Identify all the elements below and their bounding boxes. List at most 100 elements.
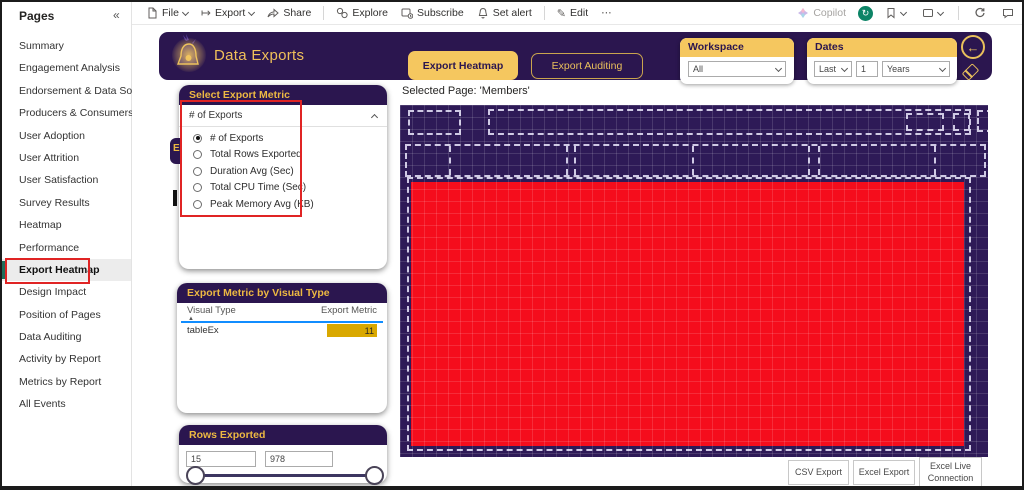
sidebar-item-endorsement-data-sources[interactable]: Endorsement & Data Sources (2, 80, 131, 102)
workspace-dropdown[interactable]: All (688, 61, 786, 77)
report-toolbar: File ↦ Export Share Explore Subscribe S (132, 2, 1024, 25)
toolbar-divider (544, 6, 545, 20)
set-alert-button[interactable]: Set alert (473, 7, 536, 19)
toolbar-divider (958, 6, 959, 20)
radio-icon (193, 183, 202, 192)
toolbar-right-group: Copilot ↻ (793, 6, 1024, 21)
sidebar-item-design-impact[interactable]: Design Impact (2, 281, 131, 303)
sidebar-item-producers-consumers[interactable]: Producers & Consumers (2, 102, 131, 124)
csv-export-button[interactable]: CSV Export (788, 460, 849, 485)
cell-export-metric-bar: 11 (327, 324, 377, 337)
share-label: Share (283, 7, 311, 19)
sidebar-title: Pages (19, 9, 54, 23)
sidebar-item-list: Summary Engagement Analysis Endorsement … (2, 35, 131, 416)
sidebar-item-data-auditing[interactable]: Data Auditing (2, 326, 131, 348)
metric-option-total-rows[interactable]: Total Rows Exported (179, 147, 387, 164)
logo-glow (172, 38, 206, 72)
rows-min-input[interactable]: 15 (186, 451, 256, 467)
copilot-label: Copilot (813, 7, 846, 19)
sidebar-item-survey-results[interactable]: Survey Results (2, 192, 131, 214)
wireframe-divider (692, 146, 694, 175)
range-slider-handle-min[interactable] (186, 466, 205, 485)
chevron-up-icon (371, 113, 378, 120)
report-title: Data Exports (214, 47, 304, 64)
range-slider-handle-max[interactable] (365, 466, 384, 485)
excel-export-button[interactable]: Excel Export (853, 460, 915, 485)
visual-type-table-card: Export Metric by Visual Type Visual Type… (177, 283, 387, 413)
metric-option-num-exports[interactable]: # of Exports (179, 130, 387, 147)
metric-option-duration-avg[interactable]: Duration Avg (Sec) (179, 163, 387, 180)
table-row[interactable]: tableEx 11 (177, 323, 387, 338)
tab-export-heatmap[interactable]: Export Heatmap (408, 51, 518, 80)
comments-button[interactable] (998, 7, 1018, 19)
radio-icon (193, 200, 202, 209)
bell-icon (477, 7, 489, 19)
chevron-down-icon (248, 8, 255, 15)
sidebar-item-user-satisfaction[interactable]: User Satisfaction (2, 169, 131, 191)
chevron-down-icon (841, 64, 848, 71)
report-canvas: Data Exports Export Heatmap Export Audit… (132, 25, 1024, 488)
sidebar-item-all-events[interactable]: All Events (2, 393, 131, 415)
bookmarks-button[interactable] (881, 7, 910, 19)
export-heatmap-visual[interactable] (400, 105, 988, 457)
share-button[interactable]: Share (263, 7, 315, 19)
radio-selected-icon (193, 134, 202, 143)
metric-option-label: Duration Avg (Sec) (210, 166, 294, 177)
metric-option-list: # of Exports Total Rows Exported Duratio… (179, 130, 387, 213)
workspace-value: All (693, 64, 703, 74)
dates-slicer-header: Dates (807, 38, 957, 57)
dates-unit-value: Years (887, 64, 910, 74)
collapse-sidebar-icon[interactable]: « (113, 8, 120, 22)
cell-visual-type: tableEx (187, 325, 219, 336)
view-button[interactable] (918, 7, 947, 19)
metric-option-cpu-time[interactable]: Total CPU Time (Sec) (179, 180, 387, 197)
file-label: File (162, 7, 179, 19)
rows-max-input[interactable]: 978 (265, 451, 333, 467)
wireframe-box (906, 113, 944, 131)
sidebar-item-activity-by-report[interactable]: Activity by Report (2, 348, 131, 370)
subscribe-button[interactable]: Subscribe (397, 7, 468, 19)
metric-dropdown-field[interactable]: # of Exports (179, 105, 387, 127)
subscribe-label: Subscribe (417, 7, 464, 19)
dates-number-input[interactable]: 1 (856, 61, 878, 77)
toolbar-divider (323, 6, 324, 20)
sidebar-item-user-attrition[interactable]: User Attrition (2, 147, 131, 169)
sidebar-item-engagement-analysis[interactable]: Engagement Analysis (2, 57, 131, 79)
sidebar-item-position-of-pages[interactable]: Position of Pages (2, 304, 131, 326)
visual-type-table-header: Export Metric by Visual Type (177, 283, 387, 303)
more-options-button[interactable]: ⋯ (597, 7, 616, 19)
sidebar-item-metrics-by-report[interactable]: Metrics by Report (2, 371, 131, 393)
sidebar-item-user-adoption[interactable]: User Adoption (2, 125, 131, 147)
pencil-icon: ✎ (557, 7, 566, 20)
set-alert-label: Set alert (493, 7, 532, 19)
tab-export-auditing[interactable]: Export Auditing (531, 53, 643, 79)
dates-mode-dropdown[interactable]: Last (814, 61, 852, 77)
export-menu-button[interactable]: ↦ Export (197, 6, 258, 20)
refresh-button[interactable] (970, 7, 990, 19)
back-arrow-icon: ← (967, 40, 980, 55)
toolbar-left-group: File ↦ Export Share Explore Subscribe S (132, 6, 616, 20)
select-export-metric-header: Select Export Metric (179, 85, 387, 105)
sidebar-item-summary[interactable]: Summary (2, 35, 131, 57)
explore-button[interactable]: Explore (332, 7, 392, 19)
excel-live-connection-button[interactable]: Excel Live Connection (919, 457, 982, 488)
copilot-button[interactable]: Copilot (793, 7, 850, 19)
range-slider-track[interactable] (195, 474, 373, 477)
wireframe-box (488, 109, 971, 135)
metric-option-peak-memory[interactable]: Peak Memory Avg (KB) (179, 196, 387, 213)
column-visual-type[interactable]: Visual Type (187, 305, 236, 316)
edit-button[interactable]: ✎ Edit (553, 7, 592, 20)
dates-unit-dropdown[interactable]: Years (882, 61, 950, 77)
explore-icon (336, 7, 348, 19)
back-navigation-button[interactable]: ← (961, 35, 985, 59)
wireframe-divider (574, 146, 576, 175)
sidebar-item-export-heatmap[interactable]: Export Heatmap (2, 259, 131, 281)
file-menu-button[interactable]: File (142, 7, 192, 19)
chevron-down-icon (937, 8, 944, 15)
sidebar-item-heatmap[interactable]: Heatmap (2, 214, 131, 236)
sidebar-item-performance[interactable]: Performance (2, 237, 131, 259)
select-export-metric-card: Select Export Metric # of Exports # of E… (179, 85, 387, 269)
column-export-metric[interactable]: Export Metric (321, 305, 377, 316)
update-app-button[interactable]: ↻ (858, 6, 873, 21)
wireframe-box (953, 113, 970, 131)
